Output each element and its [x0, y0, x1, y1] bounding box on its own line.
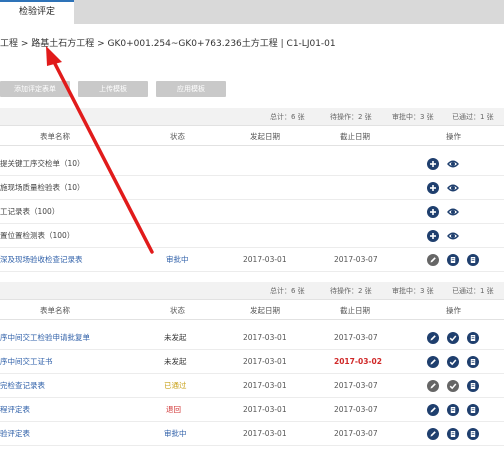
stat-pending: 待操作：2 张: [330, 287, 372, 295]
doc-icon[interactable]: [447, 404, 459, 416]
col-status: 状态: [170, 306, 185, 315]
form-name[interactable]: 验评定表: [0, 422, 30, 446]
form-name: 工记录表（100）: [0, 207, 60, 216]
form-name[interactable]: 深及现场验收检查记录表: [0, 248, 83, 272]
col-actions: 操作: [446, 132, 461, 141]
eye-icon[interactable]: [447, 230, 459, 242]
start-date: 2017-03-01: [243, 333, 287, 342]
col-form-name: 表单名称: [40, 132, 70, 141]
col-end-date: 截止日期: [340, 306, 370, 315]
stat-reviewing: 审批中：3 张: [392, 113, 434, 121]
table-row: 工记录表（100）: [0, 200, 504, 224]
end-date: 2017-03-07: [334, 255, 378, 264]
status-badge: 审批中: [164, 429, 187, 438]
check-icon[interactable]: [447, 332, 459, 344]
stat-passed: 已通过：1 张: [452, 113, 494, 121]
upload-template-button[interactable]: 上传模板: [78, 81, 148, 97]
breadcrumb: 工程 > 路基土石方工程 > GK0+001.254~GK0+763.236土方…: [0, 39, 336, 49]
plus-circle-icon[interactable]: [427, 158, 439, 170]
doc-icon[interactable]: [467, 428, 479, 440]
edit-icon[interactable]: [427, 332, 439, 344]
end-date: 2017-03-02: [334, 357, 382, 366]
doc-icon[interactable]: [467, 356, 479, 368]
start-date: 2017-03-01: [243, 255, 287, 264]
status-badge: 退回: [166, 405, 181, 414]
col-start-date: 发起日期: [250, 306, 280, 315]
edit-icon[interactable]: [427, 356, 439, 368]
doc-icon[interactable]: [467, 380, 479, 392]
stat-total: 总计：6 张: [270, 287, 305, 295]
edit-icon[interactable]: [427, 404, 439, 416]
form-name[interactable]: 序中间交工检验申请批复单: [0, 326, 90, 350]
start-date: 2017-03-01: [243, 357, 287, 366]
stat-reviewing: 审批中：3 张: [392, 287, 434, 295]
doc-icon[interactable]: [447, 254, 459, 266]
form-name: 提关键工序交检单（10）: [0, 159, 85, 168]
stat-total: 总计：6 张: [270, 113, 305, 121]
doc-icon[interactable]: [467, 254, 479, 266]
form-name[interactable]: 完检查记录表: [0, 374, 45, 398]
col-form-name: 表单名称: [40, 306, 70, 315]
end-date: 2017-03-07: [334, 381, 378, 390]
tab-inspection-evaluation[interactable]: 检验评定: [0, 0, 74, 24]
status-badge: 未发起: [164, 333, 187, 342]
status-badge: 已通过: [164, 381, 187, 390]
form-name[interactable]: 序中间交工证书: [0, 350, 53, 374]
apply-template-button[interactable]: 应用模板: [156, 81, 226, 97]
table-row: 深及现场验收检查记录表 审批中 2017-03-01 2017-03-07: [0, 248, 504, 272]
col-end-date: 截止日期: [340, 132, 370, 141]
plus-circle-icon[interactable]: [427, 206, 439, 218]
stat-pending: 待操作：2 张: [330, 113, 372, 121]
col-start-date: 发起日期: [250, 132, 280, 141]
start-date: 2017-03-01: [243, 381, 287, 390]
plus-circle-icon[interactable]: [427, 230, 439, 242]
check-icon[interactable]: [447, 356, 459, 368]
stat-passed: 已通过：1 张: [452, 287, 494, 295]
status-badge: 未发起: [164, 357, 187, 366]
table-row: 提关键工序交检单（10）: [0, 152, 504, 176]
start-date: 2017-03-01: [243, 429, 287, 438]
table-row: 验评定表 审批中 2017-03-01 2017-03-07: [0, 422, 504, 446]
eye-icon[interactable]: [447, 182, 459, 194]
table1-header: 表单名称 状态 发起日期 截止日期 操作: [0, 128, 504, 146]
status-badge: 审批中: [166, 255, 189, 264]
table-row: 施现场质量检验表（10）: [0, 176, 504, 200]
table2-stats-bar: 总计：6 张 待操作：2 张 审批中：3 张 已通过：1 张: [0, 282, 504, 300]
doc-icon[interactable]: [467, 404, 479, 416]
table1-stats-bar: 总计：6 张 待操作：2 张 审批中：3 张 已通过：1 张: [0, 108, 504, 126]
edit-icon[interactable]: [427, 254, 439, 266]
end-date: 2017-03-07: [334, 429, 378, 438]
edit-icon[interactable]: [427, 428, 439, 440]
table-row: 程评定表 退回 2017-03-01 2017-03-07: [0, 398, 504, 422]
eye-icon[interactable]: [447, 206, 459, 218]
plus-circle-icon[interactable]: [427, 182, 439, 194]
end-date: 2017-03-07: [334, 405, 378, 414]
table-row: 序中间交工检验申请批复单 未发起 2017-03-01 2017-03-07: [0, 326, 504, 350]
form-name[interactable]: 程评定表: [0, 398, 30, 422]
start-date: 2017-03-01: [243, 405, 287, 414]
table-row: 完检查记录表 已通过 2017-03-01 2017-03-07: [0, 374, 504, 398]
doc-icon[interactable]: [467, 332, 479, 344]
col-actions: 操作: [446, 306, 461, 315]
form-name: 施现场质量检验表（10）: [0, 183, 85, 192]
table-row: 置位置检测表（100）: [0, 224, 504, 248]
form-name: 置位置检测表（100）: [0, 231, 75, 240]
check-icon[interactable]: [447, 380, 459, 392]
top-tab-bar: 检验评定: [0, 0, 504, 24]
doc-icon[interactable]: [447, 428, 459, 440]
edit-icon[interactable]: [427, 380, 439, 392]
eye-icon[interactable]: [447, 158, 459, 170]
add-form-button[interactable]: 添加评定表单: [0, 81, 70, 97]
end-date: 2017-03-07: [334, 333, 378, 342]
col-status: 状态: [170, 132, 185, 141]
table2-header: 表单名称 状态 发起日期 截止日期 操作: [0, 302, 504, 320]
table-row: 序中间交工证书 未发起 2017-03-01 2017-03-02: [0, 350, 504, 374]
